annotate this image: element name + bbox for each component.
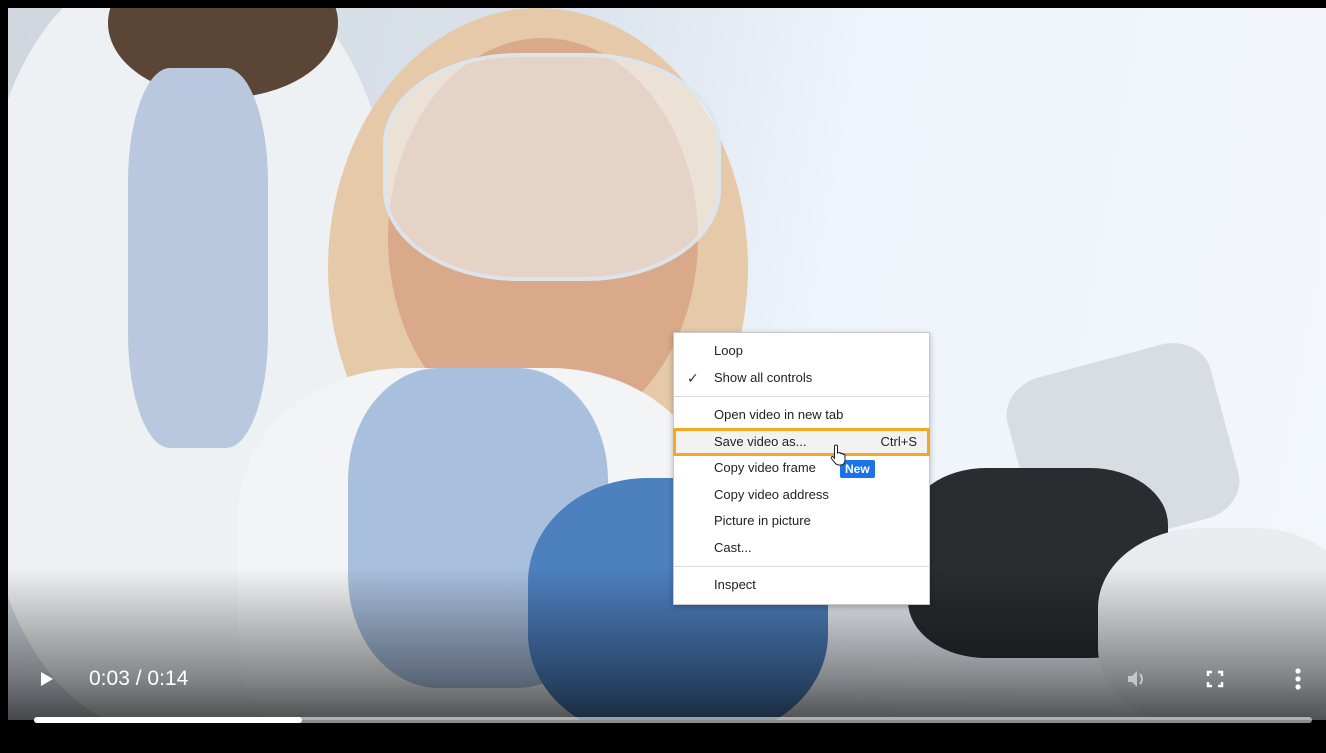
menu-separator <box>674 566 929 567</box>
menu-item-save-video-as[interactable]: Save video as... Ctrl+S <box>673 427 930 456</box>
menu-item-label: Picture in picture <box>714 513 811 528</box>
volume-icon <box>1128 671 1143 687</box>
duration: 0:14 <box>147 667 189 690</box>
menu-item-label: Show all controls <box>714 369 813 385</box>
menu-item-label: Inspect <box>714 577 756 592</box>
time-display: 0:03 / 0:14 <box>89 666 188 692</box>
menu-item-show-all-controls[interactable]: ✓ Show all controls <box>674 365 929 392</box>
menu-separator <box>674 396 929 397</box>
menu-item-picture-in-picture[interactable]: Picture in picture <box>674 508 929 535</box>
menu-item-inspect[interactable]: Inspect <box>674 572 929 599</box>
progress-fill <box>34 717 303 723</box>
fullscreen-icon <box>1206 670 1224 688</box>
blue-shirt-left <box>128 68 268 448</box>
more-options-button[interactable] <box>1284 663 1312 695</box>
mouse-cursor-icon <box>830 444 846 466</box>
fullscreen-button[interactable] <box>1200 664 1230 694</box>
menu-item-shortcut: Ctrl+S <box>880 433 917 449</box>
volume-button[interactable] <box>1122 664 1152 694</box>
play-button[interactable] <box>32 666 58 692</box>
time-separator: / <box>129 667 148 690</box>
menu-item-label: Copy video address <box>714 486 829 502</box>
menu-item-copy-video-frame[interactable]: Copy video frame <box>674 455 929 482</box>
play-icon <box>41 672 53 686</box>
menu-item-label: Cast... <box>714 539 752 555</box>
check-icon: ✓ <box>687 369 699 386</box>
menu-item-cast[interactable]: Cast... <box>674 535 929 562</box>
menu-item-label: Save video as... <box>714 433 807 449</box>
menu-item-open-video-new-tab[interactable]: Open video in new tab <box>674 402 929 429</box>
menu-item-loop[interactable]: Loop <box>674 338 929 365</box>
more-vert-icon <box>1295 668 1301 690</box>
progress-bar[interactable] <box>34 717 1312 723</box>
menu-item-label: Open video in new tab <box>714 407 844 422</box>
menu-item-label: Copy video frame <box>714 460 816 475</box>
safety-goggles <box>383 53 721 281</box>
menu-item-copy-video-address[interactable]: Copy video address <box>674 482 929 509</box>
current-time: 0:03 <box>89 667 130 690</box>
video-context-menu: Loop ✓ Show all controls Open video in n… <box>673 332 930 605</box>
menu-item-label: Loop <box>714 343 743 358</box>
video-player[interactable]: 0:03 / 0:14 <box>8 8 1326 753</box>
controls-gradient <box>8 568 1326 753</box>
